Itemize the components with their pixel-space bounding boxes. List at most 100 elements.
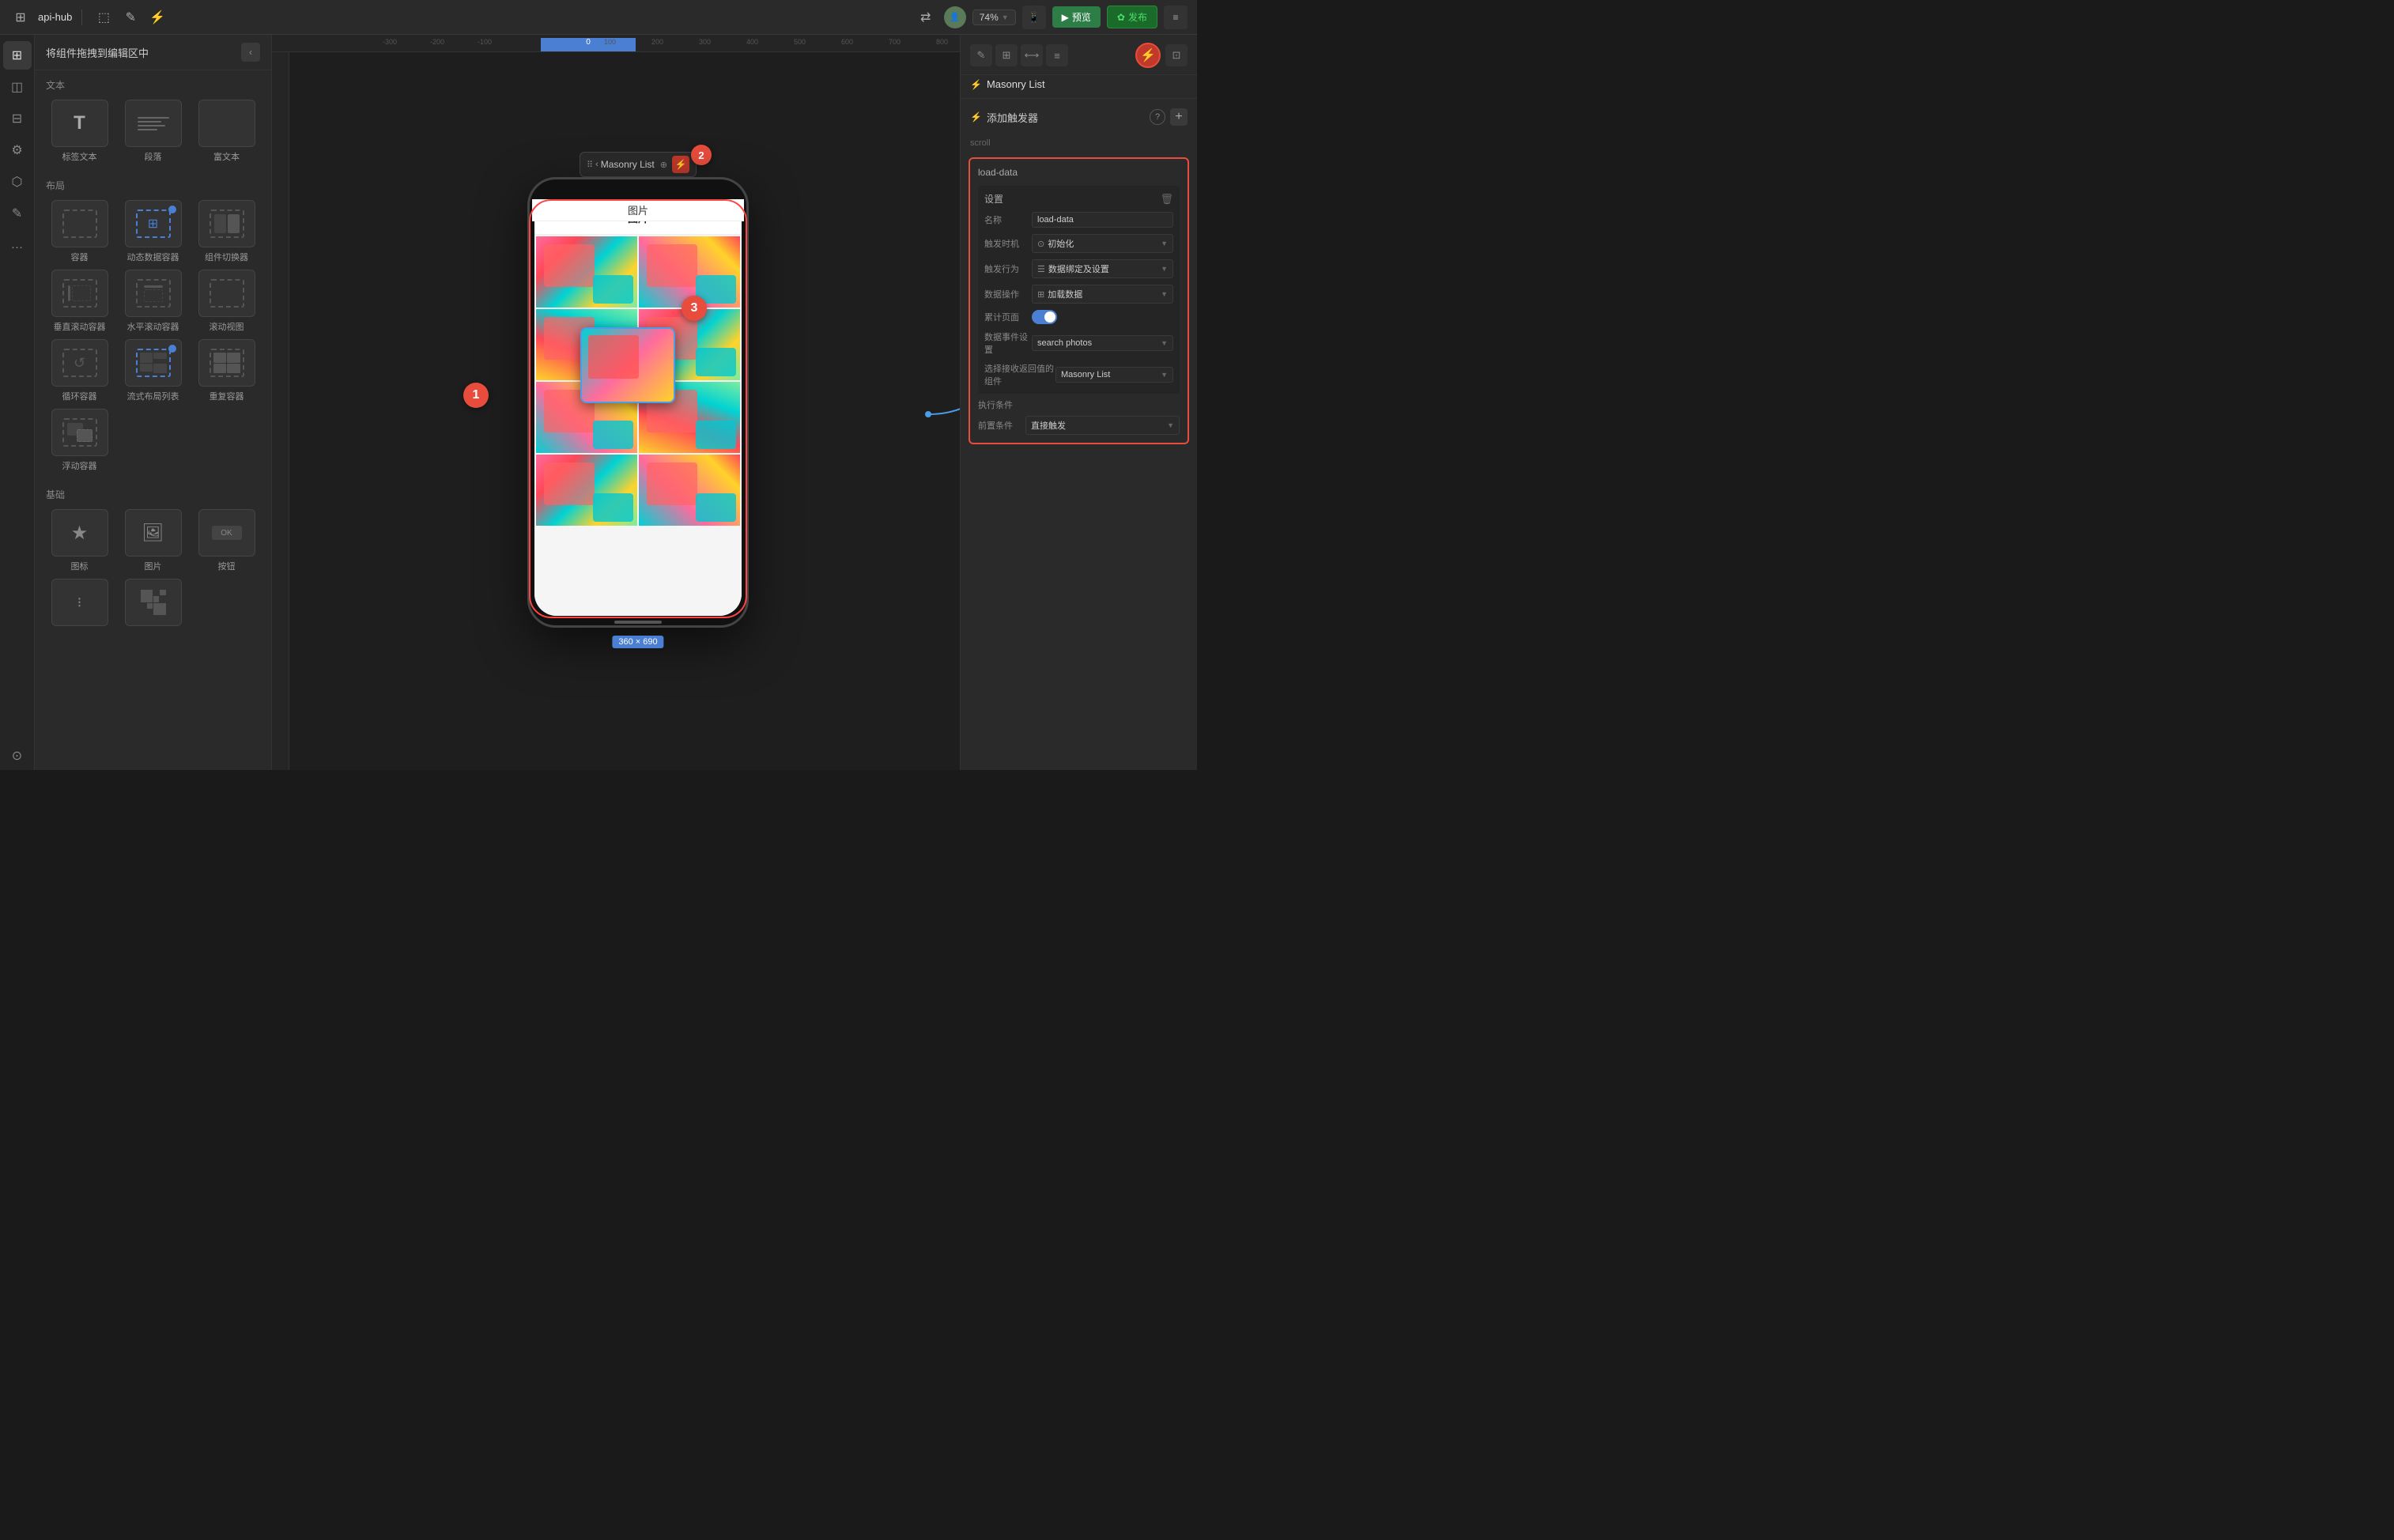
comp-label-text[interactable]: T 标签文本 [46,100,113,163]
db-icon: ⊞ [1037,289,1044,300]
comp-hscroll-label: 水平滚动容器 [127,320,179,333]
comp-container[interactable]: 容器 [46,200,113,263]
tool-cursor[interactable]: ⬚ [92,6,115,29]
comp-qr-thumb [125,579,182,626]
comp-dynamic[interactable]: ⊞ 动态数据容器 [119,200,187,263]
rph-layout-icon[interactable]: ⊞ [995,44,1018,66]
data-event-select[interactable]: search photos ▼ [1032,335,1173,351]
tool-pen[interactable]: ✎ [119,6,142,29]
rail-layers[interactable]: ⊞ [3,41,32,70]
share-icon[interactable]: ⇄ [914,6,938,29]
rp2 [227,353,240,363]
comp-flow-list[interactable]: 流式布局列表 [119,339,187,402]
comp-dynamic-thumb: ⊞ [125,200,182,247]
panel-collapse-btn[interactable]: ‹ [241,43,260,62]
comp-dots-thumb: ⁝ [51,579,108,626]
trigger-time-select[interactable]: ⊙ 初始化 ▼ [1032,234,1173,253]
grid-icon: ⊞ [9,6,32,28]
panel-title: 将组件拖拽到编辑区中 [46,45,149,60]
rph-icons-row: ✎ ⊞ ⟷ ≡ ⚡ ⊡ [970,43,1188,68]
section-basic: 基础 [35,480,271,506]
comp-container-label: 容器 [71,251,89,263]
rail-plugin[interactable]: ⬡ [3,168,32,196]
comp-button-thumb: OK [198,509,255,557]
size-badge: 360 × 690 [612,636,663,648]
cumulative-label: 累计页面 [984,311,1032,323]
floating-card [580,327,675,403]
toolbar-lightning[interactable]: ⚡ [672,156,689,173]
dynamic-symbol: ⊞ [148,216,158,232]
device-icon[interactable]: 📱 [1022,6,1046,29]
rm-300: -300 [383,38,397,46]
section-text: 文本 [35,70,271,96]
trigger-add-btn[interactable]: + [1170,108,1188,126]
more-icon[interactable]: ≡ [1164,6,1188,29]
comp-icon[interactable]: ★ 图标 [46,509,113,572]
comp-loop[interactable]: ↺ 循环容器 [46,339,113,402]
zoom-chevron: ▼ [1002,13,1009,21]
qr5 [160,596,165,602]
user-avatar[interactable]: 👤 [944,6,966,28]
rail-components[interactable]: ◫ [3,73,32,101]
receive-select[interactable]: Masonry List ▼ [1055,367,1173,383]
data-op-select[interactable]: ⊞ 加载数据 ▼ [1032,285,1173,304]
rp3 [213,364,227,374]
section-layout: 布局 [35,171,271,197]
data-op-row: 数据操作 ⊞ 加载数据 ▼ [984,285,1173,304]
star-icon: ★ [71,522,89,545]
vscroll-icon [62,279,97,308]
comp-vscroll[interactable]: 垂直滚动容器 [46,270,113,333]
rm-0-highlight: 0 [541,38,636,52]
trigger-behavior-select[interactable]: ☰ 数据绑定及设置 ▼ [1032,259,1173,278]
name-field-value[interactable]: load-data [1032,212,1173,228]
load-data-title: load-data [978,167,1180,178]
rm-200p: 200 [651,38,663,46]
zoom-control[interactable]: 74% ▼ [972,9,1016,25]
cumulative-toggle[interactable] [1032,310,1057,324]
rph-lightning-btn[interactable]: ⚡ [1135,43,1161,68]
settings-label: 设置 [984,192,1003,206]
comp-image[interactable]: 🖼 图片 [119,509,187,572]
qr2 [153,590,159,595]
trigger-help-btn[interactable]: ? [1150,109,1165,125]
publish-button[interactable]: ✿ 发布 [1107,6,1157,28]
comp-hscroll-thumb [125,270,182,317]
rm-700p: 700 [889,38,901,46]
component-name-row: ⚡ Masonry List [961,75,1197,98]
comp-dots[interactable]: ⁝ [46,579,113,629]
comp-qr[interactable] [119,579,187,629]
masonry-cell-7 [536,455,637,526]
receive-row: 选择接收返回值的组件 Masonry List ▼ [984,362,1173,387]
comp-repeat[interactable]: 重复容器 [193,339,260,402]
button-symbol: OK [221,529,232,538]
tool-lightning[interactable]: ⚡ [145,6,169,29]
rm-400p: 400 [746,38,758,46]
rail-settings[interactable]: ⚙ [3,136,32,164]
rph-align-icon[interactable]: ≡ [1046,44,1068,66]
comp-switcher[interactable]: 组件切换器 [193,200,260,263]
rph-cube-btn[interactable]: ⊡ [1165,44,1188,66]
settings-section: 设置 🗑 名称 load-data 触发时机 ⊙ 初始化 ▼ [978,186,1180,394]
phone-toolbar: ⠿ ‹ Masonry List ⊕ ⚡ 2 [580,152,697,177]
comp-paragraph[interactable]: 段落 [119,100,187,163]
fl3 [140,364,153,372]
rail-more[interactable]: … [3,231,32,259]
comp-hscroll[interactable]: 水平滚动容器 [119,270,187,333]
comp-button[interactable]: OK 按钮 [193,509,260,572]
comp-float[interactable]: 浮动容器 [46,409,113,472]
comp-label-text-label: 标签文本 [62,150,97,163]
rail-tools[interactable]: ✎ [3,199,32,228]
delete-icon[interactable]: 🗑 [1160,193,1173,206]
rail-grid[interactable]: ⊟ [3,104,32,133]
sw2 [228,214,240,233]
comp-scroll-view[interactable]: 滚动视图 [193,270,260,333]
ruler-horizontal: -300 -200 -100 0 100 200 300 400 500 600… [272,35,960,52]
comp-richtext[interactable]: 富文本 [193,100,260,163]
comp-vscroll-label: 垂直滚动容器 [54,320,106,333]
rail-help[interactable]: ⊙ [3,742,32,770]
preview-button[interactable]: ▶ 预览 [1052,6,1101,28]
rph-pen-icon[interactable]: ✎ [970,44,992,66]
comp-vscroll-thumb [51,270,108,317]
rph-expand-icon[interactable]: ⟷ [1021,44,1043,66]
precond-select[interactable]: 直接触发 ▼ [1025,416,1180,435]
